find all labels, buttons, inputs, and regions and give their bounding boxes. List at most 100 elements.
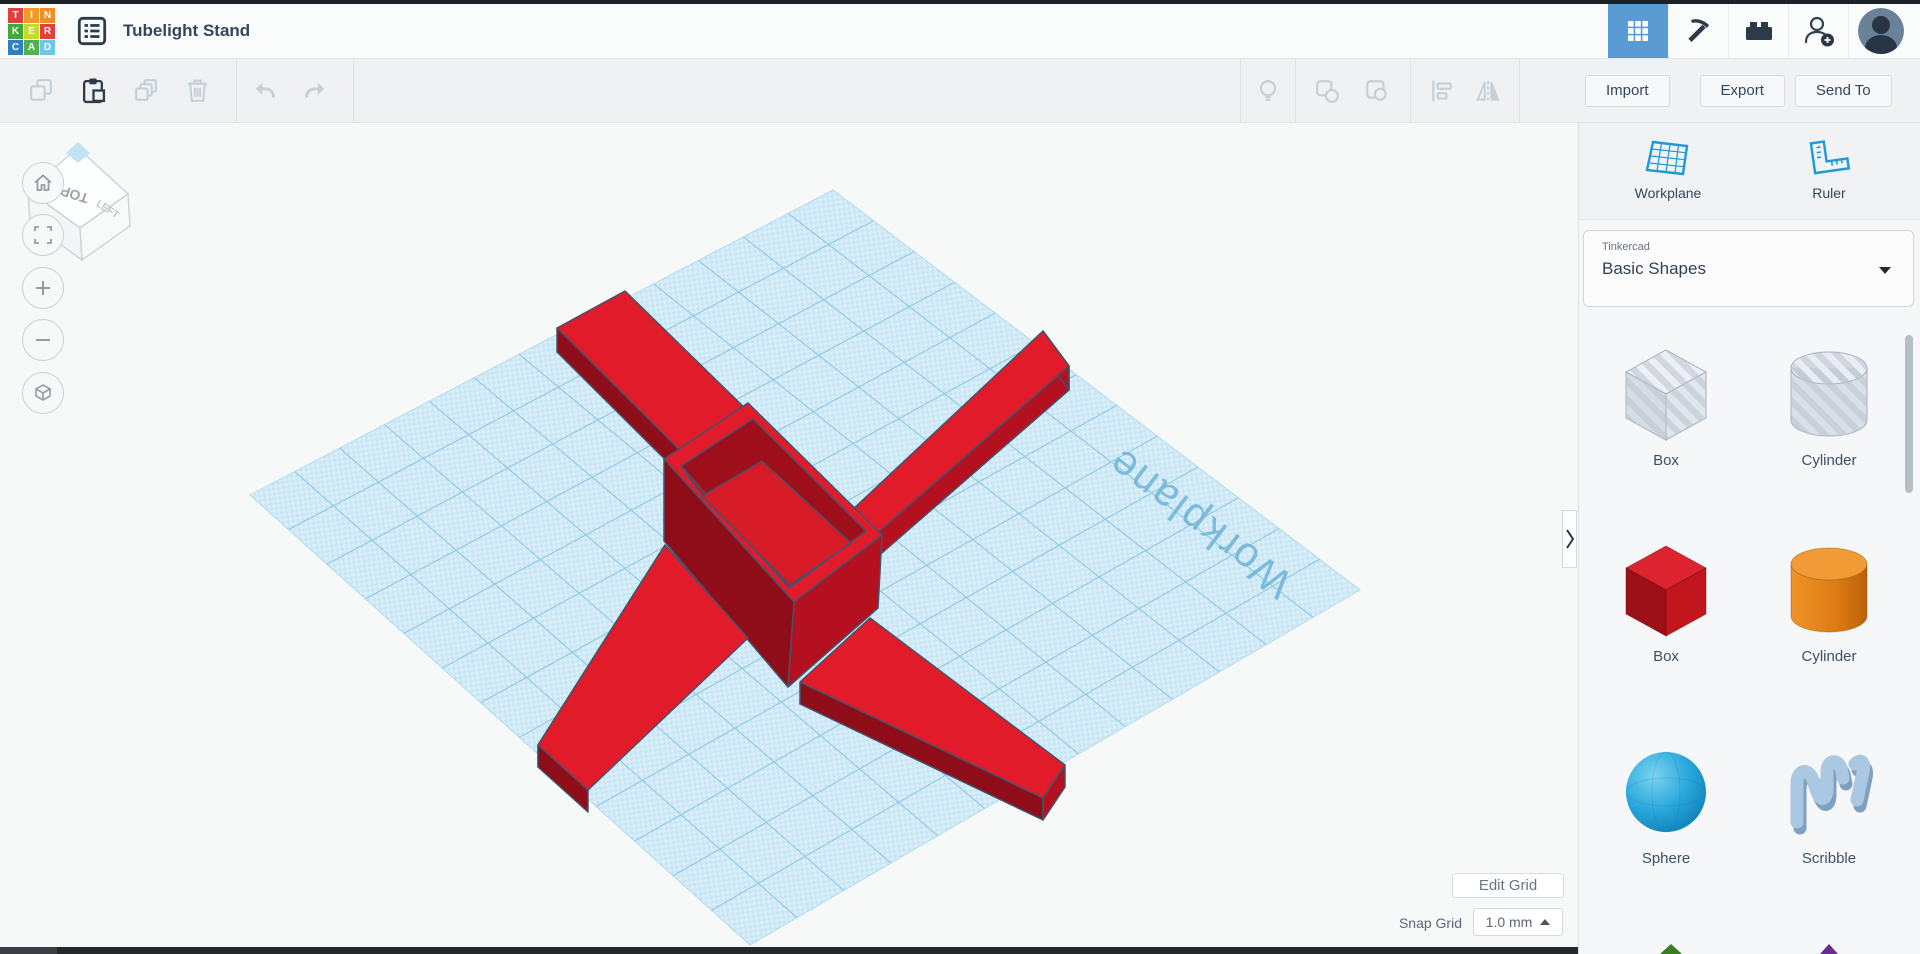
snap-grid-select[interactable]: 1.0 mm bbox=[1473, 908, 1563, 936]
invite-button[interactable] bbox=[1788, 4, 1848, 58]
redo-button[interactable] bbox=[297, 74, 331, 108]
sphere-icon bbox=[1625, 751, 1707, 833]
brick-button[interactable] bbox=[1728, 4, 1788, 58]
helper-tools: Workplane Ruler bbox=[1579, 123, 1920, 220]
copy-icon bbox=[29, 79, 52, 101]
perspective-toggle-button[interactable] bbox=[22, 372, 64, 414]
logo-tile: D bbox=[40, 39, 55, 55]
invite-person-add-icon bbox=[1804, 16, 1834, 47]
edit-grid-button[interactable]: Edit Grid bbox=[1452, 873, 1564, 898]
design-title[interactable]: Tubelight Stand bbox=[123, 21, 250, 41]
shape-label: Sphere bbox=[1641, 850, 1691, 867]
design-menu-button[interactable] bbox=[75, 14, 109, 48]
toolbar-separator bbox=[236, 58, 237, 123]
redo-icon bbox=[305, 82, 325, 98]
paste-button[interactable] bbox=[76, 74, 110, 108]
next-shape-peek-green bbox=[1660, 944, 1682, 954]
caret-up-icon bbox=[1540, 919, 1551, 925]
window-top-strip bbox=[0, 0, 1920, 4]
logo-tile: T bbox=[8, 7, 23, 23]
logo-tile: I bbox=[24, 7, 39, 23]
shape-sphere[interactable]: Sphere bbox=[1606, 738, 1726, 867]
shape-hole-cylinder[interactable]: Cylinder bbox=[1769, 340, 1889, 469]
fit-view-button[interactable] bbox=[22, 214, 64, 256]
toolbar-separator bbox=[1410, 58, 1411, 123]
paste-icon bbox=[82, 78, 105, 104]
logo-tile: R bbox=[40, 23, 55, 39]
group-button[interactable] bbox=[1310, 74, 1344, 108]
copy-button[interactable] bbox=[24, 74, 58, 108]
shape-scribble[interactable]: Scribble bbox=[1769, 738, 1889, 867]
home-view-button[interactable] bbox=[22, 162, 64, 204]
brick-icon bbox=[1745, 22, 1772, 40]
top-bar-apps bbox=[1608, 4, 1912, 58]
toolbar-separator bbox=[1240, 58, 1241, 123]
shape-label: Cylinder bbox=[1801, 452, 1857, 469]
snap-grid-label: Snap Grid bbox=[1398, 915, 1462, 931]
ruler-tool-label: Ruler bbox=[1812, 185, 1846, 201]
delete-button[interactable] bbox=[180, 74, 214, 108]
group-icon bbox=[1316, 79, 1339, 103]
import-button[interactable]: Import bbox=[1585, 74, 1670, 107]
workplane-tool-icon bbox=[1645, 140, 1689, 176]
logo-tile: A bbox=[24, 39, 39, 55]
light-toggle-button[interactable] bbox=[1251, 74, 1285, 108]
trash-icon bbox=[187, 79, 207, 102]
perspective-cube-icon bbox=[34, 384, 52, 401]
scribble-icon bbox=[1790, 754, 1873, 835]
caret-down-icon bbox=[1879, 267, 1891, 274]
avatar bbox=[1857, 8, 1904, 54]
zoom-out-button[interactable] bbox=[22, 319, 64, 361]
shapes-panel: Workplane Ruler Tinkercad Basic Shapes B… bbox=[1578, 123, 1920, 954]
logo-tile: E bbox=[24, 23, 39, 39]
shape-hole-box[interactable]: Box bbox=[1606, 340, 1726, 469]
send-to-button[interactable]: Send To bbox=[1794, 74, 1892, 107]
fit-view-icon bbox=[34, 226, 52, 244]
logo-tile: C bbox=[8, 39, 23, 55]
mirror-button[interactable] bbox=[1471, 74, 1505, 108]
shape-solid-box[interactable]: Box bbox=[1606, 536, 1726, 665]
minecraft-button[interactable] bbox=[1668, 4, 1728, 58]
dashboard-grid-icon bbox=[1628, 21, 1648, 41]
toolbar-actions: Import Export Send To bbox=[1585, 59, 1892, 122]
chevron-right-icon bbox=[1565, 529, 1574, 549]
dashboard-button[interactable] bbox=[1608, 4, 1668, 58]
sidebar-scrollbar[interactable] bbox=[1905, 335, 1913, 493]
toolbar-separator bbox=[1519, 58, 1520, 123]
next-shape-peek-purple bbox=[1820, 944, 1838, 954]
tinkercad-logo[interactable]: TIN KER CAD bbox=[8, 7, 55, 55]
top-bar: TIN KER CAD Tubelight Stand bbox=[0, 4, 1920, 59]
plus-icon bbox=[36, 281, 50, 295]
ungroup-button[interactable] bbox=[1360, 74, 1394, 108]
ruler-tool[interactable]: Ruler bbox=[1754, 137, 1904, 201]
ungroup-icon bbox=[1366, 79, 1387, 101]
undo-icon bbox=[255, 82, 275, 98]
ruler-tool-icon bbox=[1809, 140, 1851, 175]
account-button[interactable] bbox=[1848, 4, 1912, 58]
hole-box-icon bbox=[1624, 349, 1708, 441]
sidebar-collapse-button[interactable] bbox=[1562, 510, 1577, 568]
workplane-scene[interactable]: Workplane bbox=[0, 0, 1578, 954]
toolbar-separator bbox=[1295, 58, 1296, 123]
list-menu-icon bbox=[77, 16, 107, 46]
mirror-icon bbox=[1476, 80, 1500, 101]
workplane-tool-label: Workplane bbox=[1634, 185, 1702, 201]
align-button[interactable] bbox=[1425, 74, 1459, 108]
bottom-bar bbox=[0, 947, 1578, 954]
library-name: Basic Shapes bbox=[1602, 259, 1706, 278]
zoom-in-button[interactable] bbox=[22, 267, 64, 309]
shape-solid-cylinder[interactable]: Cylinder bbox=[1769, 536, 1889, 665]
export-button[interactable]: Export bbox=[1699, 74, 1785, 107]
undo-button[interactable] bbox=[249, 74, 283, 108]
logo-tile: N bbox=[40, 7, 55, 23]
duplicate-icon bbox=[134, 79, 157, 101]
library-brand: Tinkercad bbox=[1602, 241, 1650, 253]
minecraft-pickaxe-icon bbox=[1687, 19, 1709, 42]
align-icon bbox=[1432, 80, 1452, 101]
toolbar: Import Export Send To bbox=[0, 58, 1920, 123]
shape-library-select[interactable]: Tinkercad Basic Shapes bbox=[1583, 230, 1914, 307]
workplane-tool[interactable]: Workplane bbox=[1593, 137, 1743, 201]
lightbulb-icon bbox=[1259, 79, 1277, 101]
solid-cylinder-icon bbox=[1790, 547, 1868, 633]
duplicate-button[interactable] bbox=[128, 74, 162, 108]
